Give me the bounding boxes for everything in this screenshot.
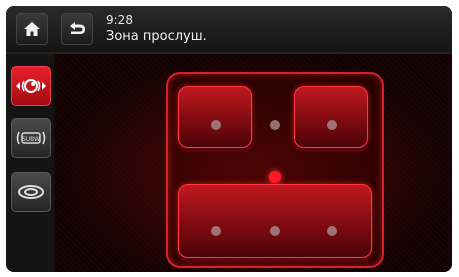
- focus-point-rear-left[interactable]: [211, 226, 221, 236]
- subwoofer-icon: SUBW: [16, 131, 46, 145]
- sound-focus-icon: [16, 79, 46, 93]
- seat-front-right[interactable]: [294, 86, 368, 148]
- screen: 9:28 Зона прослуш. SUBW: [6, 6, 452, 272]
- page-title: Зона прослуш.: [106, 29, 207, 44]
- home-icon: [24, 22, 40, 36]
- focus-point-front-left[interactable]: [211, 120, 221, 130]
- car-cabin: [166, 72, 384, 268]
- focus-point-front-center[interactable]: [270, 120, 280, 130]
- back-arrow-icon: [70, 22, 85, 34]
- surround-icon: [18, 185, 44, 199]
- sidebar: SUBW: [6, 54, 54, 272]
- focus-point-rear-center[interactable]: [270, 226, 280, 236]
- focus-point-front-right[interactable]: [327, 120, 337, 130]
- sound-focus-panel: [56, 54, 452, 272]
- sidebar-item-sound-focus[interactable]: [11, 66, 51, 106]
- subwoofer-label: SUBW: [22, 136, 40, 143]
- clock-time: 9:28: [106, 13, 133, 27]
- seat-rear[interactable]: [178, 184, 372, 258]
- focus-point-rear-right[interactable]: [327, 226, 337, 236]
- sidebar-item-subwoofer[interactable]: SUBW: [11, 118, 51, 158]
- home-button[interactable]: [16, 13, 48, 45]
- top-bar: 9:28 Зона прослуш.: [6, 6, 452, 54]
- sidebar-item-surround[interactable]: [11, 172, 51, 212]
- seat-front-left[interactable]: [178, 86, 252, 148]
- back-button[interactable]: [61, 13, 93, 45]
- focus-point-selected[interactable]: [269, 171, 281, 183]
